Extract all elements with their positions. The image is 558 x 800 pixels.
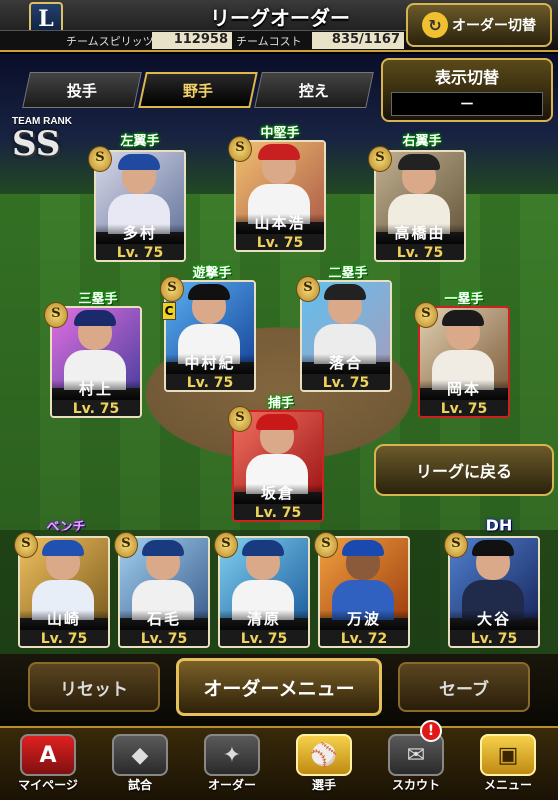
player-level: Lv. 75 — [236, 234, 324, 250]
back-to-league-button[interactable]: リーグに戻る — [374, 444, 554, 496]
rarity-s-badge: S — [88, 146, 112, 172]
player-name: 大谷 — [450, 610, 538, 630]
nav-menu[interactable]: ▣ メニュー — [464, 730, 552, 800]
player-name: 多村 — [96, 224, 184, 244]
player-level: Lv. 75 — [96, 244, 184, 260]
position-label-lf: 左翼手 — [120, 134, 160, 149]
order-switch-label: オーダー切替 — [452, 18, 536, 34]
team-cost-label: チームコスト — [236, 35, 302, 48]
rarity-s-badge: S — [44, 302, 68, 328]
tab-pitcher[interactable]: 投手 — [22, 72, 142, 108]
player-name: 岡本 — [420, 380, 508, 400]
mypage-icon: A — [20, 734, 76, 776]
rarity-s-badge: S — [414, 302, 438, 328]
rarity-s-badge: S — [444, 532, 468, 558]
player-name: 落合 — [302, 354, 390, 374]
player-level: Lv. 75 — [220, 630, 308, 646]
nav-label: メニュー — [483, 778, 532, 792]
screen-title: リーグオーダー — [210, 6, 350, 30]
rarity-s-badge: S — [228, 136, 252, 162]
team-cost-value: 835/1167 — [312, 32, 404, 49]
position-label-1b: 一塁手 — [444, 292, 484, 307]
player-name: 高橋由 — [376, 224, 464, 244]
rarity-s-badge: S — [14, 532, 38, 558]
display-toggle-label: 表示切替 — [434, 68, 499, 87]
nav-label: オーダー — [207, 778, 256, 792]
player-level: Lv. 75 — [302, 374, 390, 390]
team-stats-bar: チームスピリッツ 112958 チームコスト 835/1167 — [0, 30, 410, 50]
rarity-s-badge: S — [296, 276, 320, 302]
order-switch-button[interactable]: ↻ オーダー切替 — [406, 3, 552, 47]
position-tabs: 投手 野手 控え — [22, 72, 374, 110]
player-level: Lv. 75 — [450, 630, 538, 646]
position-label-2b: 二塁手 — [328, 266, 368, 281]
nav-label: 試合 — [127, 778, 152, 792]
order-menu-button[interactable]: オーダーメニュー — [176, 658, 382, 716]
nav-players[interactable]: ⚾ 選手 — [280, 730, 368, 800]
position-label-3b: 三塁手 — [78, 292, 118, 307]
save-button[interactable]: セーブ — [398, 662, 530, 712]
rarity-s-badge: S — [314, 532, 338, 558]
display-toggle-value: － — [391, 92, 543, 116]
nav-label: 選手 — [311, 778, 336, 792]
player-name: 坂倉 — [234, 484, 322, 504]
player-level: Lv. 72 — [320, 630, 408, 646]
team-spirit-value: 112958 — [152, 32, 232, 49]
player-name: 清原 — [220, 610, 308, 630]
rarity-s-badge: S — [228, 406, 252, 432]
team-rank-value: SS — [12, 124, 61, 164]
player-name: 万波 — [320, 610, 408, 630]
display-toggle-button[interactable]: 表示切替 － — [381, 58, 553, 122]
player-level: Lv. 75 — [52, 400, 140, 416]
position-label-ss: 遊撃手 — [192, 266, 232, 281]
team-rank: TEAM RANK SS — [12, 116, 92, 161]
header-bar: L リーグオーダー チームスピリッツ 112958 チームコスト 835/116… — [0, 0, 558, 52]
nav-label: マイページ — [18, 778, 78, 792]
scout-notification-badge: ! — [420, 720, 442, 742]
reset-button[interactable]: リセット — [28, 662, 160, 712]
player-level: Lv. 75 — [120, 630, 208, 646]
rarity-s-badge: S — [114, 532, 138, 558]
player-name: 中村紀 — [166, 354, 254, 374]
player-icon: ⚾ — [296, 734, 352, 776]
position-label-c: 捕手 — [267, 396, 294, 411]
position-label-rf: 右翼手 — [402, 134, 442, 149]
rarity-s-badge: S — [368, 146, 392, 172]
player-name: 山崎 — [20, 610, 108, 630]
player-name: 石毛 — [120, 610, 208, 630]
menu-icon: ▣ — [480, 734, 536, 776]
position-label-cf: 中堅手 — [260, 126, 300, 141]
bottom-navigation: A マイページ ◆ 試合 ✦ オーダー ⚾ 選手 ✉ スカウト ▣ メニュー — [0, 726, 558, 800]
player-name: 山本浩 — [236, 214, 324, 234]
player-level: Lv. 75 — [20, 630, 108, 646]
nav-match[interactable]: ◆ 試合 — [96, 730, 184, 800]
cycle-arrows-icon: ↻ — [422, 12, 448, 38]
player-level: Lv. 75 — [234, 504, 322, 520]
order-field-icon: ✦ — [204, 734, 260, 776]
player-level: Lv. 75 — [420, 400, 508, 416]
nav-scout[interactable]: ✉ スカウト — [372, 730, 460, 800]
tab-fielder[interactable]: 野手 — [138, 72, 258, 108]
nav-label: スカウト — [391, 778, 440, 792]
player-level: Lv. 75 — [166, 374, 254, 390]
team-spirit-label: チームスピリッツ — [66, 35, 154, 48]
nav-order[interactable]: ✦ オーダー — [188, 730, 276, 800]
player-level: Lv. 75 — [376, 244, 464, 260]
tab-bench[interactable]: 控え — [254, 72, 374, 108]
rarity-s-badge: S — [160, 276, 184, 302]
nav-mypage[interactable]: A マイページ — [4, 730, 92, 800]
rarity-s-badge: S — [214, 532, 238, 558]
stadium-icon: ◆ — [112, 734, 168, 776]
player-name: 村上 — [52, 380, 140, 400]
captain-badge: C — [162, 302, 176, 320]
